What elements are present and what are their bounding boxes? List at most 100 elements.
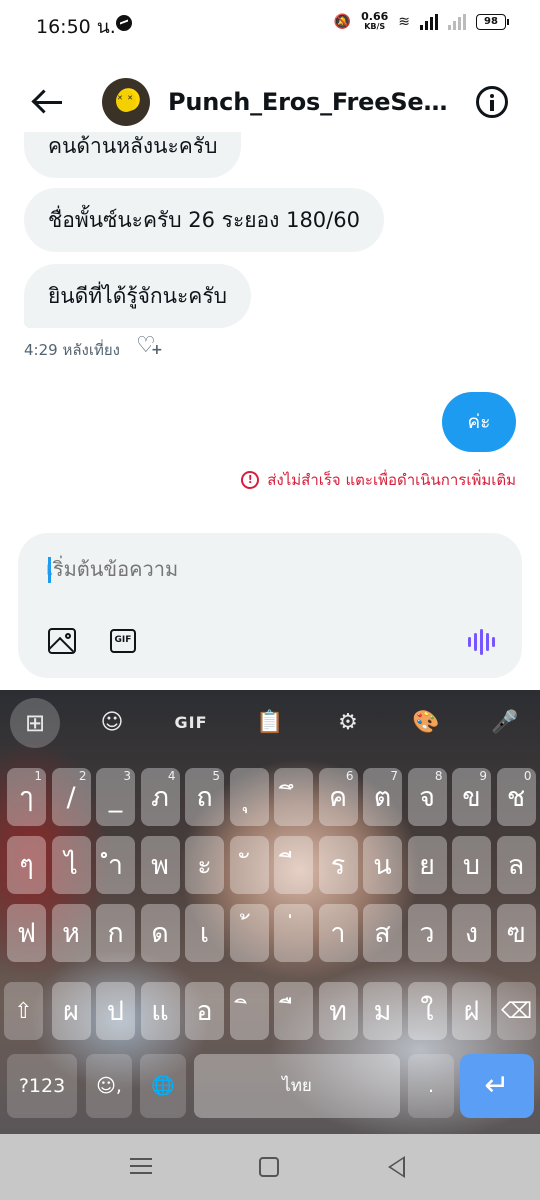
key[interactable]: ๅ1	[7, 768, 46, 826]
key[interactable]: ฝ	[452, 982, 491, 1040]
key[interactable]: ช0	[496, 768, 536, 826]
key[interactable]: อ	[185, 982, 224, 1040]
clipboard-icon[interactable]: 📋	[246, 702, 294, 744]
key[interactable]: จ8	[407, 768, 447, 826]
key[interactable]: ร	[318, 836, 358, 894]
emoji-comma-key[interactable]: ☺,	[86, 1054, 132, 1118]
key[interactable]: ส	[363, 904, 402, 962]
key-hint: 5	[212, 769, 220, 783]
key[interactable]: พ	[140, 836, 180, 894]
key-label: ท	[329, 996, 347, 1027]
period-key[interactable]: .	[408, 1054, 454, 1118]
image-icon[interactable]	[48, 628, 76, 654]
globe-icon[interactable]: 🌐	[140, 1054, 186, 1118]
key[interactable]: บ	[452, 836, 491, 894]
space-key[interactable]: ไทย	[194, 1054, 400, 1118]
key[interactable]: ้	[229, 904, 269, 962]
key[interactable]: ไ	[51, 836, 91, 894]
avatar[interactable]	[102, 78, 150, 126]
key[interactable]: ี	[274, 836, 313, 894]
key[interactable]: ก	[96, 904, 135, 962]
recent-apps-icon[interactable]	[130, 1158, 152, 1176]
incoming-message[interactable]: ยินดีที่ได้รู้จักนะครับ	[24, 264, 251, 328]
key[interactable]: ะ	[185, 836, 224, 894]
key[interactable]: ิ	[229, 982, 269, 1040]
key[interactable]: ข9	[452, 768, 491, 826]
voice-message-icon[interactable]	[468, 628, 495, 656]
key-hint: 1	[34, 769, 42, 783]
key[interactable]: ป	[96, 982, 135, 1040]
enter-key[interactable]: ↵	[460, 1054, 534, 1118]
key[interactable]: า	[318, 904, 358, 962]
battery-icon: 98	[476, 14, 509, 30]
key-label: อ	[196, 996, 213, 1027]
key-label: ม	[373, 996, 392, 1027]
key-hint: 7	[390, 769, 398, 783]
key[interactable]: ๆ	[7, 836, 46, 894]
key[interactable]: ภ4	[140, 768, 180, 826]
info-icon[interactable]	[476, 86, 508, 118]
signal-icon	[420, 14, 438, 30]
keyboard-toolbar: ⊞ ☺ GIF 📋 ⚙ 🎨 🎤	[0, 690, 540, 756]
signal-icon-2	[448, 14, 466, 30]
add-reaction-button[interactable]: ♡ +	[136, 335, 163, 358]
settings-gear-icon[interactable]: ⚙	[324, 702, 372, 744]
message-timestamp: 4:29 หลังเที่ยง	[24, 341, 120, 359]
incoming-message[interactable]: ชื่อพั้นซ์นะครับ 26 ระยอง 180/60	[24, 188, 384, 252]
key[interactable]: เ	[185, 904, 224, 962]
plus-icon: +	[151, 342, 163, 358]
key[interactable]: ื	[274, 982, 313, 1040]
key[interactable]: ว	[407, 904, 447, 962]
key[interactable]: ึ	[274, 768, 313, 826]
key[interactable]: ุ	[229, 768, 269, 826]
key[interactable]: /2	[51, 768, 91, 826]
key[interactable]: ่	[274, 904, 313, 962]
key[interactable]: ห	[51, 904, 91, 962]
key-label: _	[108, 782, 123, 813]
microphone-icon[interactable]: 🎤	[481, 702, 529, 744]
key-row-5: ?123 ☺, 🌐 ไทย . ↵	[0, 1054, 540, 1118]
key[interactable]: ฟ	[7, 904, 46, 962]
key[interactable]: ต7	[363, 768, 402, 826]
symbols-key[interactable]: ?123	[7, 1054, 77, 1118]
message-list[interactable]: คนด้านหลังนะครับ ชื่อพั้นซ์นะครับ 26 ระย…	[0, 132, 540, 530]
back-arrow-icon[interactable]	[30, 86, 66, 118]
theme-palette-icon[interactable]: 🎨	[402, 702, 450, 744]
shift-key[interactable]: ⇧	[4, 982, 43, 1040]
message-input[interactable]	[46, 555, 486, 585]
wifi-icon: ≋	[398, 14, 410, 30]
outgoing-message[interactable]: ค่ะ	[442, 392, 516, 452]
send-failed-notice[interactable]: ! ส่งไม่สำเร็จ แตะเพื่อดำเนินการเพิ่มเติ…	[241, 468, 516, 492]
key[interactable]: ล	[496, 836, 536, 894]
home-icon[interactable]	[259, 1157, 279, 1177]
key[interactable]: ใ	[407, 982, 447, 1040]
gif-button[interactable]: GIF	[110, 629, 136, 653]
apps-grid-icon[interactable]: ⊞	[10, 698, 60, 748]
key[interactable]: ม	[363, 982, 402, 1040]
key[interactable]: ผ	[51, 982, 91, 1040]
sticker-icon[interactable]: ☺	[88, 702, 136, 744]
back-nav-icon[interactable]	[388, 1156, 405, 1178]
error-icon: !	[241, 471, 260, 489]
backspace-key[interactable]: ⌫	[497, 982, 536, 1040]
key[interactable]: ค6	[318, 768, 358, 826]
key-label: า	[330, 918, 346, 949]
key[interactable]: ฃ	[496, 904, 536, 962]
key[interactable]: น	[363, 836, 402, 894]
key[interactable]: ท	[318, 982, 358, 1040]
key[interactable]: ั	[229, 836, 269, 894]
key[interactable]: ง	[452, 904, 491, 962]
key[interactable]: ถ5	[185, 768, 224, 826]
conversation-title[interactable]: Punch_Eros_FreeSexTo...	[168, 88, 458, 116]
key[interactable]: _ 3	[96, 768, 135, 826]
key-label: ๆ	[19, 850, 34, 881]
gif-keyboard-button[interactable]: GIF	[167, 702, 215, 744]
status-bar: 16:50 น. 🔕 0.66 KB/S ≋ 98	[0, 0, 540, 48]
key[interactable]: ย	[407, 836, 447, 894]
key[interactable]: ด	[140, 904, 180, 962]
key[interactable]: แ	[140, 982, 180, 1040]
key[interactable]: ำ	[96, 836, 135, 894]
incoming-message[interactable]: คนด้านหลังนะครับ	[24, 132, 242, 178]
key-hint: 4	[167, 769, 176, 783]
key-hint: 3	[123, 769, 131, 783]
